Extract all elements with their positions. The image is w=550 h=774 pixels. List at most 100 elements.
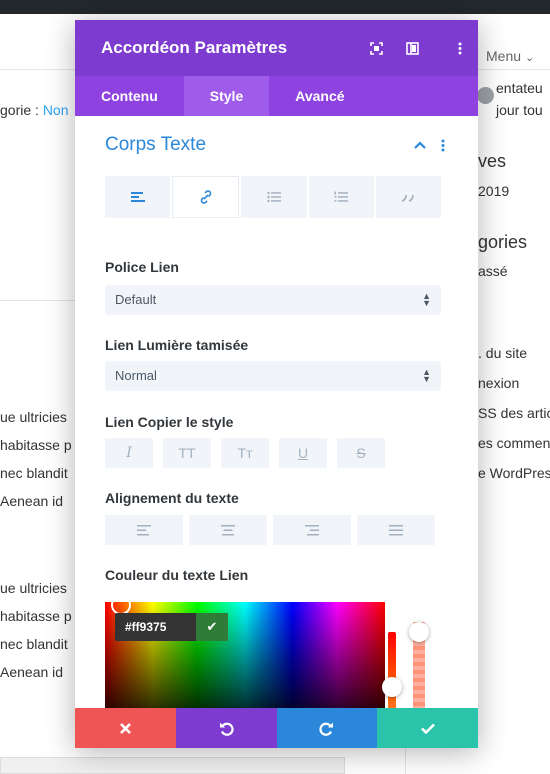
paragraph-line: Aenean id (0, 664, 64, 680)
paragraph-line: habitasse p (0, 608, 72, 624)
select-arrows-icon: ▲ ▼ (422, 367, 431, 384)
categories-item[interactable]: assé (478, 263, 508, 279)
archives-year[interactable]: 2019 (478, 183, 509, 199)
smallcaps-icon: Tт (237, 445, 253, 461)
align-left-button[interactable] (105, 515, 183, 545)
meta-item[interactable]: nexion (478, 375, 519, 391)
meta-item[interactable]: . du site (478, 345, 527, 361)
quote-icon (402, 194, 415, 202)
alignement-label: Alignement du texte (105, 490, 239, 506)
modal-body: Corps Texte Police Lien Default ▲ ▼ Lien… (75, 116, 478, 708)
lumiere-label: Lien Lumière tamisée (105, 337, 249, 353)
site-menu[interactable]: Menu ⌄ (486, 48, 534, 64)
lumiere-select[interactable]: Normal ▲ ▼ (105, 361, 441, 391)
italic-icon: I (126, 445, 132, 461)
strikethrough-icon: S (356, 445, 366, 461)
text-style-buttons: I TT Tт U S (105, 438, 388, 468)
tab-avance[interactable]: Avancé (269, 76, 370, 116)
divider (0, 300, 75, 301)
undo-icon (219, 722, 234, 736)
tab-style[interactable]: Style (183, 76, 270, 116)
police-value: Default (115, 292, 157, 307)
ordered-list-icon (334, 191, 349, 202)
paragraph-line: ue ultricies (0, 409, 67, 425)
link-icon (200, 190, 212, 204)
opacity-slider-handle[interactable] (409, 622, 429, 642)
settings-modal: Accordéon Paramètres Contenu Style Avanc… (75, 20, 478, 748)
paragraph-line: nec blandit (0, 465, 68, 481)
subtab-link[interactable] (172, 176, 240, 218)
align-right-button[interactable] (273, 515, 351, 545)
align-justify-button[interactable] (357, 515, 435, 545)
redo-icon (319, 722, 334, 736)
strikethrough-button[interactable]: S (337, 438, 385, 468)
archives-heading: ves (478, 151, 507, 171)
wordpress-icon (477, 87, 494, 104)
sidebar-text: entateu (496, 80, 543, 96)
modal-title: Accordéon Paramètres (101, 38, 288, 57)
italic-button[interactable]: I (105, 438, 153, 468)
save-button[interactable] (377, 708, 478, 748)
subtab-unordered-list[interactable] (241, 176, 307, 218)
uppercase-icon: TT (178, 445, 196, 461)
meta-item[interactable]: es comment (478, 435, 550, 451)
admin-bar (0, 0, 550, 14)
close-icon (119, 722, 131, 734)
paragraph-line: habitasse p (0, 437, 72, 453)
smallcaps-button[interactable]: Tт (221, 438, 269, 468)
underline-button[interactable]: U (279, 438, 327, 468)
select-arrows-icon: ▲ ▼ (422, 291, 431, 308)
paragraph-line: Aenean id (0, 493, 64, 509)
align-left-icon (130, 192, 145, 202)
section-options-icon[interactable] (436, 139, 450, 152)
alignment-buttons (105, 515, 441, 545)
more-options-icon[interactable] (442, 42, 478, 55)
section-title: Corps Texte (105, 134, 207, 155)
tab-contenu[interactable]: Contenu (75, 76, 184, 116)
align-right-icon (305, 524, 319, 535)
align-center-icon (221, 524, 235, 535)
categories-heading: gories (478, 232, 528, 252)
hue-slider-handle[interactable] (382, 677, 402, 697)
chevron-down-icon: ⌄ (525, 52, 535, 64)
modal-footer (75, 708, 478, 748)
text-subtabs (105, 176, 442, 218)
hex-value: #ff9375 (125, 620, 167, 634)
modal-header: Accordéon Paramètres (75, 20, 478, 76)
subtab-quote[interactable] (375, 176, 442, 218)
hex-input[interactable]: #ff9375 ✔ (115, 613, 228, 641)
paragraph-line: ue ultricies (0, 580, 67, 596)
cancel-button[interactable] (75, 708, 176, 748)
expand-icon[interactable] (370, 41, 406, 55)
sidebar-text: jour tou (496, 102, 543, 118)
modal-tabs: Contenu Style Avancé (75, 76, 478, 116)
subtab-text[interactable] (105, 176, 171, 218)
uppercase-button[interactable]: TT (163, 438, 211, 468)
meta-item[interactable]: e WordPress (478, 465, 550, 481)
bottom-bar (0, 757, 345, 774)
subtab-ordered-list[interactable] (308, 176, 374, 218)
align-center-button[interactable] (189, 515, 267, 545)
align-left-icon (137, 524, 151, 535)
police-select[interactable]: Default ▲ ▼ (105, 285, 441, 315)
lumiere-value: Normal (115, 368, 157, 383)
category-link[interactable]: Non (43, 102, 69, 118)
couleur-label: Couleur du texte Lien (105, 567, 249, 583)
menu-label: Menu (486, 48, 522, 64)
redo-button[interactable] (276, 708, 378, 748)
check-icon[interactable]: ✔ (196, 613, 228, 641)
color-picker: #ff9375 ✔ (105, 602, 441, 708)
undo-button[interactable] (175, 708, 277, 748)
underline-icon: U (297, 445, 309, 461)
list-icon (267, 191, 281, 203)
section-header[interactable]: Corps Texte (105, 134, 450, 156)
check-icon (420, 723, 435, 734)
chevron-up-icon[interactable] (414, 141, 436, 149)
police-label: Police Lien (105, 259, 179, 275)
sidebar-toggle-icon[interactable] (406, 41, 442, 55)
paragraph-line: nec blandit (0, 636, 68, 652)
category-prefix: gorie : (0, 102, 43, 118)
meta-item[interactable]: SS des artic (478, 405, 550, 421)
copier-style-label: Lien Copier le style (105, 414, 234, 430)
post-category: gorie : Non (0, 102, 69, 118)
